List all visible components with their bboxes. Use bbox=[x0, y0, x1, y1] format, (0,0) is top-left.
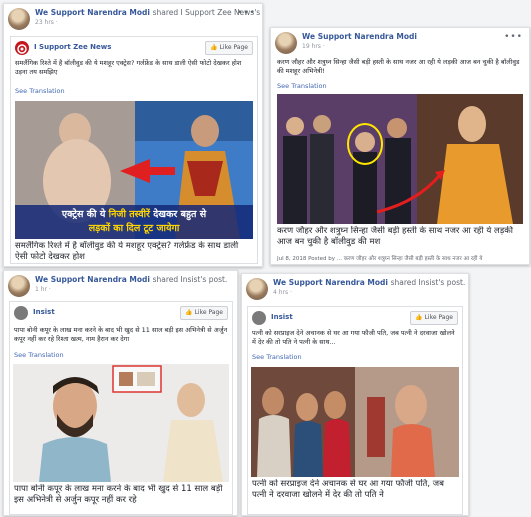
page-name-link[interactable]: Insist bbox=[33, 308, 55, 316]
post-attribution: We Support Narendra Modi bbox=[302, 32, 417, 41]
link-subtext: Jul 8, 2018 Posted by ... करण जौहर और शत… bbox=[277, 256, 483, 262]
avatar[interactable] bbox=[246, 278, 268, 300]
avatar[interactable] bbox=[275, 32, 297, 54]
more-options-icon[interactable]: ••• bbox=[237, 8, 256, 18]
post-timestamp[interactable]: 23 hrs · bbox=[35, 19, 58, 26]
more-options-icon[interactable]: ••• bbox=[504, 32, 523, 42]
overlay-line-2: लड़कों का दिल टूट जायेगा bbox=[88, 223, 180, 234]
share-action-text: shared Insist's post. bbox=[390, 278, 466, 287]
post-text: पापा बोनी कपूर के लाख मना करने के बाद भी… bbox=[14, 326, 228, 343]
post-attribution: We Support Narendra Modi shared I Suppor… bbox=[35, 8, 262, 17]
thumbs-up-icon: 👍 bbox=[210, 44, 218, 51]
avatar[interactable] bbox=[8, 8, 30, 30]
post-card-2: We Support Narendra Modi 19 hrs · ••• कर… bbox=[270, 27, 530, 265]
see-translation-link[interactable]: See Translation bbox=[14, 351, 64, 359]
shared-post-header: I Support Zee News 👍 Like Page bbox=[15, 41, 253, 57]
see-translation-link[interactable]: See Translation bbox=[15, 87, 65, 95]
overlay-part-a: एक्ट्रेस की ये bbox=[61, 209, 109, 220]
overlay-part-c: देखकर बहुत से bbox=[149, 209, 207, 220]
zee-logo-icon bbox=[17, 44, 27, 54]
shared-post: Insist 👍 Like Page पत्नी को सरप्राइज देने… bbox=[247, 306, 463, 515]
image-illustration bbox=[277, 94, 523, 224]
sharer-name-link[interactable]: We Support Narendra Modi bbox=[302, 32, 417, 41]
post-text: पत्नी को सरप्राइज देने अचानक से घर आ गया… bbox=[252, 329, 455, 346]
shared-post: I Support Zee News 👍 Like Page समलैंगिक र… bbox=[10, 36, 258, 264]
thumbs-up-icon: 👍 bbox=[185, 309, 193, 316]
post-image[interactable] bbox=[277, 94, 523, 224]
shared-post: Insist 👍 Like Page पापा बोनी कपूर के लाख … bbox=[9, 301, 233, 515]
thumbs-up-icon: 👍 bbox=[415, 314, 423, 321]
like-page-button[interactable]: 👍 Like Page bbox=[205, 41, 253, 55]
post-card-1: We Support Narendra Modi shared I Suppor… bbox=[3, 3, 263, 267]
overlay-part-b: निजी तस्वीरें bbox=[108, 209, 150, 220]
like-page-button[interactable]: 👍 Like Page bbox=[180, 306, 228, 320]
like-page-label: Like Page bbox=[424, 314, 453, 321]
page-name-link[interactable]: Insist bbox=[271, 313, 293, 321]
link-caption[interactable]: पत्नी को सरप्राइज देने अचानक से घर आ गया… bbox=[252, 479, 458, 503]
like-page-label: Like Page bbox=[194, 309, 223, 316]
post-timestamp[interactable]: 1 hr · bbox=[35, 286, 51, 293]
like-page-label: Like Page bbox=[219, 44, 248, 51]
zee-news-logo[interactable] bbox=[15, 41, 29, 55]
see-translation-link[interactable]: See Translation bbox=[277, 82, 327, 90]
post-image[interactable] bbox=[13, 364, 229, 482]
image-illustration bbox=[251, 367, 459, 477]
link-caption[interactable]: समलैंगिक रिश्ते में है बॉलीवुड की ये मशह… bbox=[15, 241, 253, 263]
see-translation-link[interactable]: See Translation bbox=[252, 353, 302, 361]
post-image[interactable]: एक्ट्रेस की ये निजी तस्वीरें देखकर बहुत … bbox=[15, 101, 253, 239]
post-card-4: We Support Narendra Modi shared Insist's… bbox=[241, 273, 469, 516]
post-text: समलैंगिक रिश्ते में है बॉलीवुड की ये मशह… bbox=[15, 59, 242, 76]
sharer-name-link[interactable]: We Support Narendra Modi bbox=[273, 278, 388, 287]
share-action-text: shared Insist's post. bbox=[152, 275, 228, 284]
post-timestamp[interactable]: 4 hrs · bbox=[273, 289, 292, 296]
image-illustration bbox=[13, 364, 229, 482]
avatar[interactable] bbox=[8, 275, 30, 297]
page-name-link[interactable]: I Support Zee News bbox=[34, 43, 111, 51]
like-page-button[interactable]: 👍 Like Page bbox=[410, 311, 458, 325]
image-overlay-text: एक्ट्रेस की ये निजी तस्वीरें देखकर बहुत … bbox=[15, 205, 253, 239]
link-caption[interactable]: करण जौहर और शत्रुघ्न सिन्हा जैसी बड़ी हस… bbox=[277, 226, 523, 250]
insist-logo[interactable] bbox=[14, 306, 28, 320]
post-attribution: We Support Narendra Modi shared Insist's… bbox=[273, 278, 465, 287]
overlay-line-1: एक्ट्रेस की ये निजी तस्वीरें देखकर बहुत … bbox=[15, 208, 253, 222]
post-attribution: We Support Narendra Modi shared Insist's… bbox=[35, 275, 227, 284]
sharer-name-link[interactable]: We Support Narendra Modi bbox=[35, 275, 150, 284]
link-caption[interactable]: पापा बोनी कपूर के लाख मना करने के बाद भी… bbox=[14, 484, 228, 512]
sharer-name-link[interactable]: We Support Narendra Modi bbox=[35, 8, 150, 17]
shared-post-header: Insist 👍 Like Page bbox=[14, 306, 228, 322]
insist-logo[interactable] bbox=[252, 311, 266, 325]
shared-post-header: Insist 👍 Like Page bbox=[252, 311, 458, 327]
post-card-3: We Support Narendra Modi shared Insist's… bbox=[3, 270, 238, 516]
post-image[interactable] bbox=[251, 367, 459, 477]
post-text: करण जौहर और शत्रुघ्न सिन्हा जैसी बड़ी हस… bbox=[277, 58, 520, 75]
post-timestamp[interactable]: 19 hrs · bbox=[302, 43, 325, 50]
